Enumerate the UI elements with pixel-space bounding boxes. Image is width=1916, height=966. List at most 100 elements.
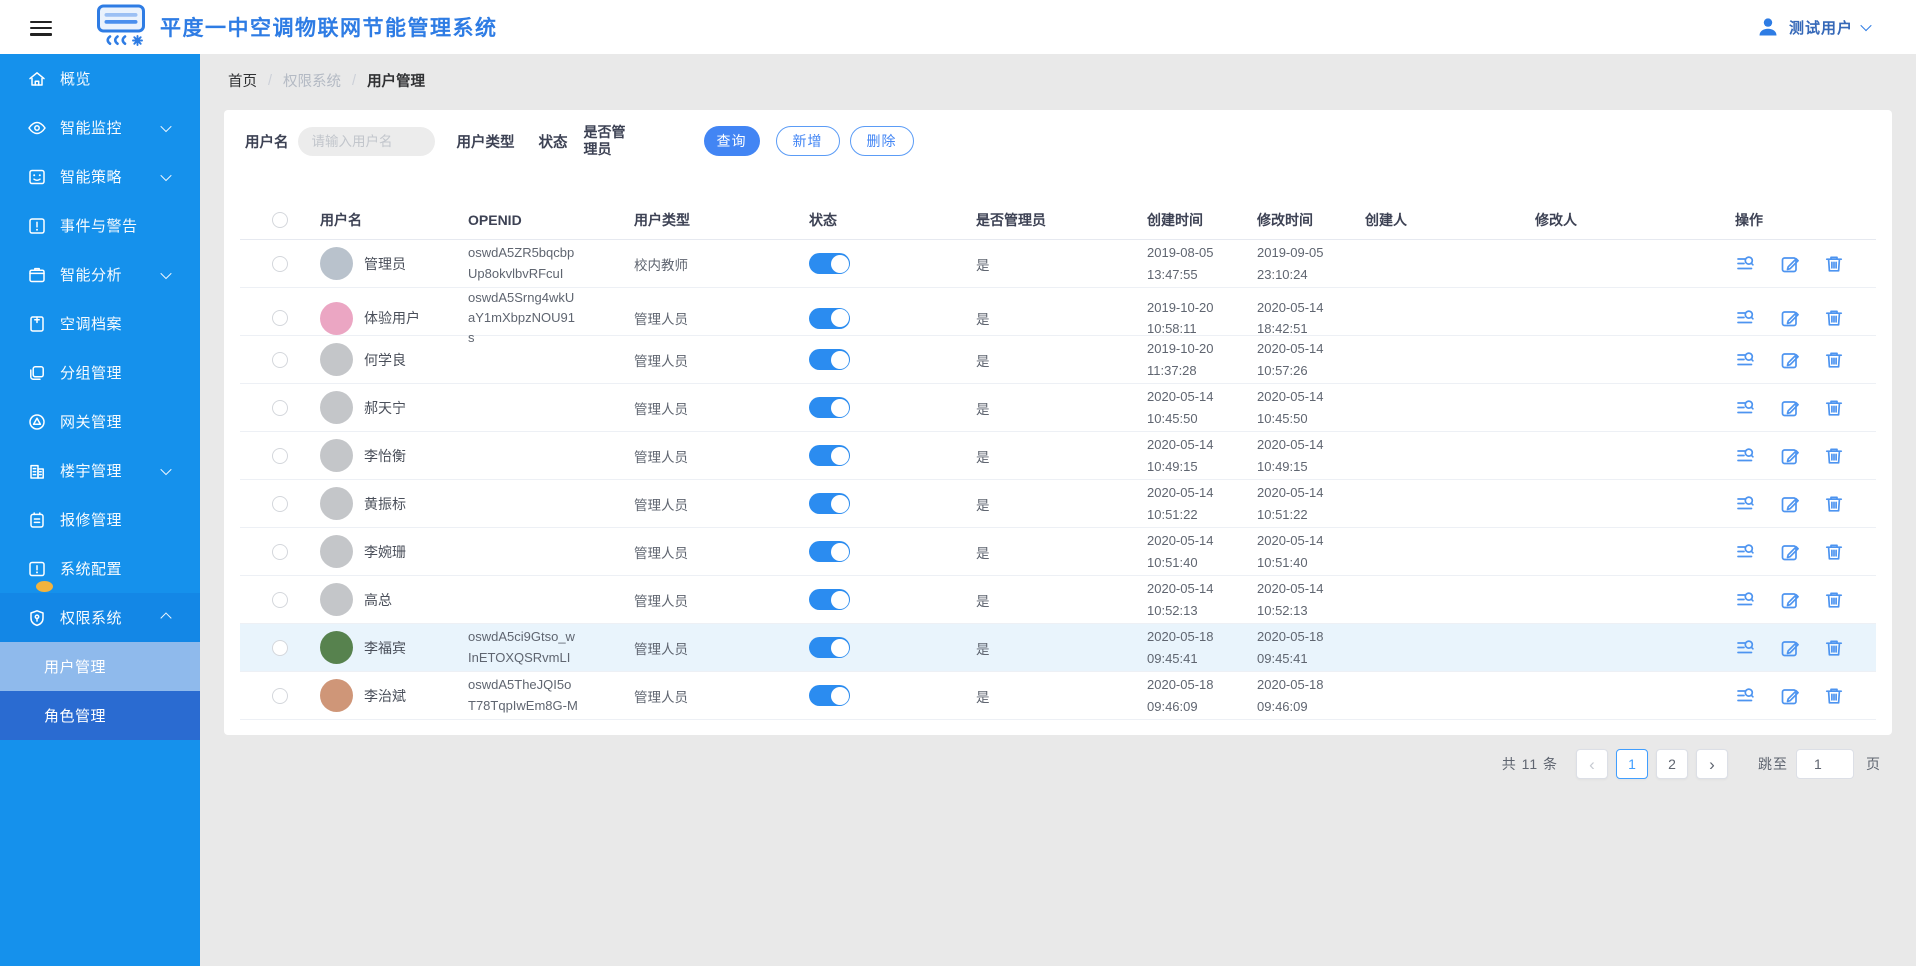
row-select-radio[interactable]: [272, 687, 288, 704]
prev-page-button[interactable]: ‹: [1576, 749, 1608, 779]
sidebar-item[interactable]: 分组管理: [0, 348, 200, 397]
chevron-up-icon: [160, 611, 172, 624]
view-detail-icon[interactable]: [1735, 397, 1757, 419]
status-toggle[interactable]: [809, 307, 850, 329]
status-toggle[interactable]: [809, 445, 850, 466]
edit-icon[interactable]: [1779, 397, 1801, 419]
page-number-button[interactable]: 1: [1616, 749, 1648, 779]
username-cell: 李福宾: [364, 639, 406, 656]
row-select-radio[interactable]: [272, 399, 288, 416]
main-content: 首页 / 权限系统 / 用户管理 用户名 用户类型 状态 是否管理员 查询 新增…: [200, 54, 1916, 966]
sidebar-item[interactable]: 网关管理: [0, 397, 200, 446]
status-toggle[interactable]: [809, 253, 850, 274]
status-toggle[interactable]: [809, 349, 850, 370]
sidebar-item[interactable]: 报修管理: [0, 495, 200, 544]
status-toggle[interactable]: [809, 541, 850, 562]
status-toggle[interactable]: [809, 493, 850, 514]
sidebar-item[interactable]: 智能监控: [0, 103, 200, 152]
sidebar-submenu-item[interactable]: 用户管理: [0, 642, 200, 691]
col-creator: 创建人: [1365, 211, 1407, 228]
row-select-radio[interactable]: [272, 351, 288, 368]
jump-page-input[interactable]: [1796, 749, 1854, 779]
row-select-radio[interactable]: [272, 255, 288, 272]
sidebar-item[interactable]: 系统配置: [0, 544, 200, 593]
view-detail-icon[interactable]: [1735, 685, 1757, 707]
created-cell: 2019-10-20 11:37:28: [1147, 341, 1214, 378]
row-select-radio[interactable]: [272, 591, 288, 608]
row-select-radio[interactable]: [272, 543, 288, 560]
openid-cell: [436, 336, 602, 383]
view-detail-icon[interactable]: [1735, 349, 1757, 371]
sidebar-item[interactable]: 智能分析: [0, 250, 200, 299]
delete-icon[interactable]: [1823, 589, 1845, 611]
delete-button[interactable]: 删除: [849, 126, 914, 156]
table-header: 用户名 OPENID 用户类型 状态 是否管理员 创建时间 修改时间 创建人 修…: [240, 200, 1876, 240]
view-detail-icon[interactable]: [1735, 541, 1757, 563]
breadcrumb-home[interactable]: 首页: [228, 70, 257, 91]
user-name: 测试用户: [1788, 19, 1853, 37]
notification-badge: [36, 581, 53, 592]
sidebar-item[interactable]: 概览: [0, 54, 200, 103]
sidebar-item[interactable]: 事件与警告: [0, 201, 200, 250]
username-input[interactable]: [297, 126, 435, 156]
delete-icon[interactable]: [1823, 541, 1845, 563]
row-select-radio[interactable]: [272, 495, 288, 512]
delete-icon[interactable]: [1823, 445, 1845, 467]
edit-icon[interactable]: [1779, 349, 1801, 371]
view-detail-icon[interactable]: [1735, 307, 1757, 329]
usertype-filter[interactable]: 用户类型: [457, 131, 515, 152]
search-button[interactable]: 查询: [703, 126, 760, 156]
view-detail-icon[interactable]: [1735, 445, 1757, 467]
table-row: 高总 管理人员 是 2020-05-14 10:52:13 2020-05-14…: [240, 576, 1876, 624]
edit-icon[interactable]: [1779, 253, 1801, 275]
edit-icon[interactable]: [1779, 307, 1801, 329]
delete-icon[interactable]: [1823, 493, 1845, 515]
is-admin-filter[interactable]: 是否管理员: [584, 124, 632, 159]
sidebar-item[interactable]: 权限系统: [0, 593, 200, 642]
sidebar-item[interactable]: 智能策略: [0, 152, 200, 201]
status-toggle[interactable]: [809, 685, 850, 706]
breadcrumb-permission-system[interactable]: 权限系统: [283, 70, 341, 91]
view-detail-icon[interactable]: [1735, 589, 1757, 611]
row-select-radio[interactable]: [272, 447, 288, 464]
status-filter[interactable]: 状态: [539, 131, 568, 152]
modifier-cell: [1503, 384, 1703, 431]
total-count: 共 11 条: [1501, 756, 1558, 772]
sidebar-submenu-item[interactable]: 角色管理: [0, 691, 200, 740]
delete-icon[interactable]: [1823, 637, 1845, 659]
status-toggle[interactable]: [809, 637, 850, 658]
edit-icon[interactable]: [1779, 685, 1801, 707]
is-admin-cell: 是: [976, 257, 990, 273]
sidebar-item[interactable]: 空调档案: [0, 299, 200, 348]
created-cell: 2020-05-14 10:49:15: [1147, 437, 1214, 474]
modified-cell: 2020-05-14 10:45:50: [1257, 389, 1324, 426]
next-page-button[interactable]: ›: [1696, 749, 1728, 779]
sidebar-item[interactable]: 楼宇管理: [0, 446, 200, 495]
created-cell: 2019-08-05 13:47:55: [1147, 245, 1214, 282]
edit-icon[interactable]: [1779, 637, 1801, 659]
delete-icon[interactable]: [1823, 685, 1845, 707]
delete-icon[interactable]: [1823, 253, 1845, 275]
usertype-cell: 校内教师: [634, 257, 688, 273]
delete-icon[interactable]: [1823, 349, 1845, 371]
status-toggle[interactable]: [809, 397, 850, 418]
view-detail-icon[interactable]: [1735, 493, 1757, 515]
edit-icon[interactable]: [1779, 589, 1801, 611]
user-menu[interactable]: 测试用户: [1756, 15, 1872, 39]
row-select-radio[interactable]: [272, 639, 288, 656]
table-row: 体验用户 oswdA5Srng4wkUaY1mXbpzNOU91s 管理人员 是…: [240, 288, 1876, 345]
page-number-button[interactable]: 2: [1656, 749, 1688, 779]
status-toggle[interactable]: [809, 589, 850, 610]
select-all-radio[interactable]: [272, 211, 288, 228]
row-select-radio[interactable]: [272, 310, 288, 327]
delete-icon[interactable]: [1823, 307, 1845, 329]
add-button[interactable]: 新增: [775, 126, 840, 156]
view-detail-icon[interactable]: [1735, 253, 1757, 275]
edit-icon[interactable]: [1779, 541, 1801, 563]
menu-toggle-button[interactable]: [30, 17, 54, 37]
edit-icon[interactable]: [1779, 493, 1801, 515]
delete-icon[interactable]: [1823, 397, 1845, 419]
view-detail-icon[interactable]: [1735, 637, 1757, 659]
edit-icon[interactable]: [1779, 445, 1801, 467]
openid-cell: [436, 528, 602, 575]
